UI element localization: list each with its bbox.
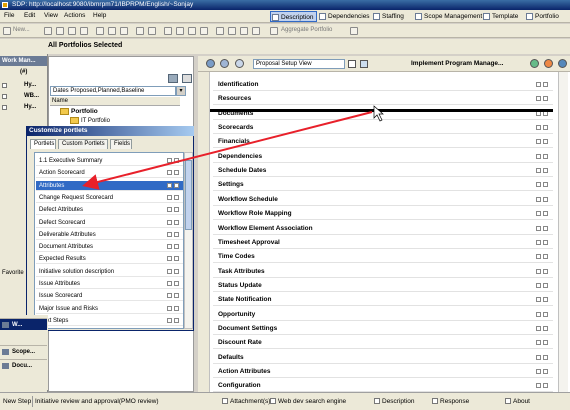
about-button[interactable]: About xyxy=(505,396,530,407)
description-label: Description xyxy=(382,398,415,405)
drop-indicator-line xyxy=(210,109,553,112)
attachment-icon xyxy=(222,398,228,405)
mouse-cursor-icon xyxy=(373,105,384,122)
workflow-step-description: Initiative review and approval(PMO revie… xyxy=(35,398,159,405)
new-step-label: New Step xyxy=(3,398,32,405)
attachments-button[interactable]: Attachment(s) xyxy=(222,396,270,407)
response-icon xyxy=(432,398,438,405)
drag-arrow xyxy=(82,111,373,190)
response-label: Response xyxy=(440,398,470,405)
about-label: About xyxy=(513,398,530,405)
web-search-label: Web dev search engine xyxy=(278,398,347,405)
separator xyxy=(32,396,33,407)
web-search-button[interactable]: Web dev search engine xyxy=(270,396,346,407)
globe-icon xyxy=(270,398,276,405)
response-button[interactable]: Response xyxy=(432,396,469,407)
drag-arrow-overlay xyxy=(82,105,553,190)
description-button[interactable]: Description xyxy=(374,396,415,407)
description-icon xyxy=(374,398,380,405)
status-bar: New Step Initiative review and approval(… xyxy=(0,392,570,410)
attachments-label: Attachment(s) xyxy=(230,398,271,405)
about-icon xyxy=(505,398,511,405)
